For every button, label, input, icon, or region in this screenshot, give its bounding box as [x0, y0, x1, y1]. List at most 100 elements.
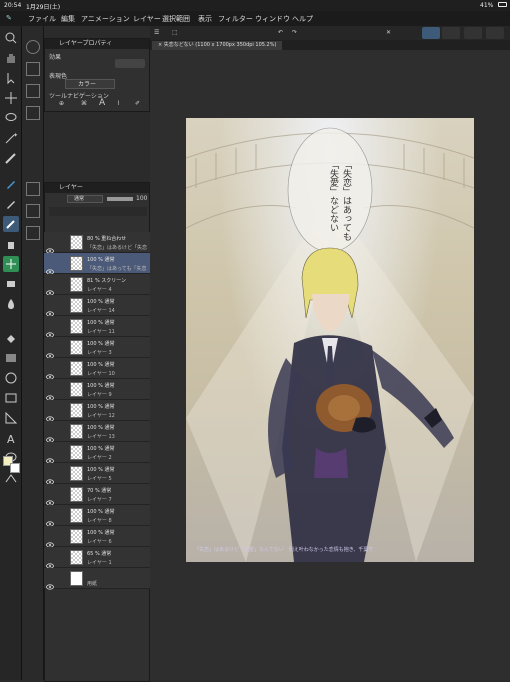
nav-brush-icon[interactable]: ✐ — [135, 100, 140, 107]
effect-buttons[interactable] — [115, 59, 145, 68]
menu-file[interactable]: ファイル — [28, 14, 56, 24]
eye-icon[interactable] — [46, 554, 54, 569]
frame-icon[interactable] — [3, 390, 19, 406]
menu-view[interactable]: 表示 — [198, 14, 212, 24]
layer-row[interactable]: 100 % 通常 レイヤー 3 — [44, 337, 150, 359]
sub-color-swatch[interactable] — [10, 463, 20, 473]
document-tab[interactable]: × 失恋などない (1100 x 1700px 350dpi 105.2%) — [152, 41, 283, 50]
layer-row[interactable]: 100 % 通常 レイヤー 10 — [44, 358, 150, 380]
layer-row[interactable]: 80 % 重ね合わせ「失恋」はあるけど「失恋 — [44, 232, 150, 254]
redo-icon[interactable]: ↷ — [292, 29, 297, 36]
nav-wand-icon[interactable]: ⌇ — [117, 100, 120, 107]
magnify-icon[interactable] — [3, 30, 19, 46]
layer-row[interactable]: 100 % 通常 レイヤー 12 — [44, 400, 150, 422]
eyedropper-icon[interactable] — [3, 150, 19, 166]
eye-icon[interactable] — [46, 470, 54, 485]
gradient-icon[interactable] — [3, 350, 19, 366]
eraser-icon[interactable] — [3, 276, 19, 292]
layer-row[interactable]: 100 % 通常 レイヤー 6 — [44, 526, 150, 548]
stabilizer-button[interactable] — [442, 27, 460, 39]
layer-row[interactable]: 100 % 通常 レイヤー 14 — [44, 295, 150, 317]
navigator-icon[interactable] — [26, 40, 40, 54]
magic-wand-icon[interactable]: ✦ — [3, 130, 19, 146]
operation-icon[interactable] — [3, 70, 19, 86]
eye-icon[interactable] — [46, 365, 54, 380]
color-set-icon[interactable] — [26, 106, 40, 120]
nav-layer-icon[interactable]: ⊕ — [59, 100, 64, 107]
move-icon[interactable] — [3, 90, 19, 106]
menu-layer[interactable]: レイヤー — [133, 14, 161, 24]
nav-text-icon[interactable]: A — [99, 98, 105, 108]
layer-row[interactable]: 100 % 通常 「失恋」はあっても「失恋 — [44, 253, 150, 275]
eye-icon[interactable] — [46, 533, 54, 548]
eye-icon[interactable] — [46, 260, 54, 275]
layer-search-icon[interactable] — [26, 182, 40, 196]
menu-edit[interactable]: 編集 — [61, 14, 75, 24]
menu-window[interactable]: ウィンドウ — [255, 14, 290, 24]
pen-icon[interactable] — [3, 176, 19, 192]
color-select[interactable]: カラー — [65, 79, 115, 89]
hand-icon[interactable] — [3, 50, 19, 66]
layer-mode: 80 % 重ね合わせ — [87, 236, 127, 242]
layer-name: レイヤー 9 — [87, 392, 112, 398]
layer-row[interactable]: 100 % 通常 レイヤー 5 — [44, 463, 150, 485]
quick-access-button[interactable] — [486, 27, 504, 39]
ruler-icon[interactable] — [3, 410, 19, 426]
layer-thumbnail — [70, 340, 83, 355]
layer-row[interactable]: 65 % 通常 レイヤー 1 — [44, 547, 150, 569]
color-wheel-icon[interactable] — [26, 84, 40, 98]
layer-row[interactable]: 100 % 通常 レイヤー 13 — [44, 421, 150, 443]
blend-mode-select[interactable]: 通常 — [67, 195, 103, 203]
menu-filter[interactable]: フィルター — [218, 14, 253, 24]
eye-icon[interactable] — [46, 512, 54, 527]
layer-row[interactable]: 100 % 通常 レイヤー 8 — [44, 505, 150, 527]
text-icon[interactable]: A — [3, 430, 19, 446]
menu-animation[interactable]: アニメーション — [81, 14, 130, 24]
layer-row[interactable]: 100 % 通常 レイヤー 2 — [44, 442, 150, 464]
menu-help[interactable]: ヘルプ — [292, 14, 313, 24]
eye-icon[interactable] — [46, 491, 54, 506]
eye-icon[interactable] — [46, 407, 54, 422]
pencil-icon[interactable] — [3, 196, 19, 212]
artwork-caption: 「失恋」はあるけど「失愛」なんてない 例え叶わなかった恋情も抱き、千葉で — [194, 547, 374, 553]
layer-row[interactable]: 100 % 通常 レイヤー 11 — [44, 316, 150, 338]
nav-link-icon[interactable]: ⌘ — [81, 100, 87, 107]
canvas-area[interactable]: 「失恋」はあっても「失愛」などない 「失恋」はあるけど「失愛」なんてない 例え叶… — [150, 50, 510, 680]
layer-name: 「失恋」はあるけど「失恋 — [87, 245, 148, 251]
animation-icon[interactable] — [26, 226, 40, 240]
layer-row[interactable]: 81 % スクリーン レイヤー 4 — [44, 274, 150, 296]
app-logo-icon[interactable]: ✎ — [6, 14, 12, 22]
subtool-detail-icon[interactable] — [26, 62, 40, 76]
opacity-slider[interactable] — [107, 197, 133, 201]
figure-icon[interactable] — [3, 370, 19, 386]
airbrush-icon[interactable] — [3, 236, 19, 252]
pen-mode-button[interactable] — [422, 27, 440, 39]
decoration-icon[interactable] — [3, 256, 19, 272]
svg-text:✦: ✦ — [13, 132, 18, 139]
artwork-canvas[interactable]: 「失恋」はあっても「失愛」などない 「失恋」はあるけど「失愛」なんてない 例え叶… — [186, 118, 474, 562]
menu-selection[interactable]: 選択範囲 — [162, 14, 190, 24]
eye-icon[interactable] — [46, 428, 54, 443]
blend-icon[interactable] — [3, 296, 19, 312]
lasso-icon[interactable] — [3, 110, 19, 126]
eye-icon[interactable] — [46, 386, 54, 401]
layer-row[interactable]: 70 % 通常 レイヤー 7 — [44, 484, 150, 506]
material-icon[interactable] — [26, 204, 40, 218]
transform-icon[interactable]: ⬚ — [172, 29, 178, 36]
menu-toggle-icon[interactable]: ☰ — [154, 29, 159, 36]
clear-icon[interactable]: ✕ — [386, 29, 391, 36]
opacity-value[interactable]: 100 — [136, 195, 147, 202]
eye-icon[interactable] — [46, 323, 54, 338]
eye-icon[interactable] — [46, 344, 54, 359]
eye-icon[interactable] — [46, 281, 54, 296]
fill-icon[interactable] — [3, 330, 19, 346]
eye-icon[interactable] — [46, 239, 54, 254]
eye-icon[interactable] — [46, 449, 54, 464]
undo-icon[interactable]: ↶ — [278, 29, 283, 36]
eye-icon[interactable] — [46, 302, 54, 317]
brush-mode-button[interactable] — [464, 27, 482, 39]
eye-icon[interactable] — [46, 575, 54, 590]
layer-row[interactable]: 用紙 — [44, 568, 150, 590]
layer-row[interactable]: 100 % 通常 レイヤー 9 — [44, 379, 150, 401]
brush-icon[interactable] — [3, 216, 19, 232]
